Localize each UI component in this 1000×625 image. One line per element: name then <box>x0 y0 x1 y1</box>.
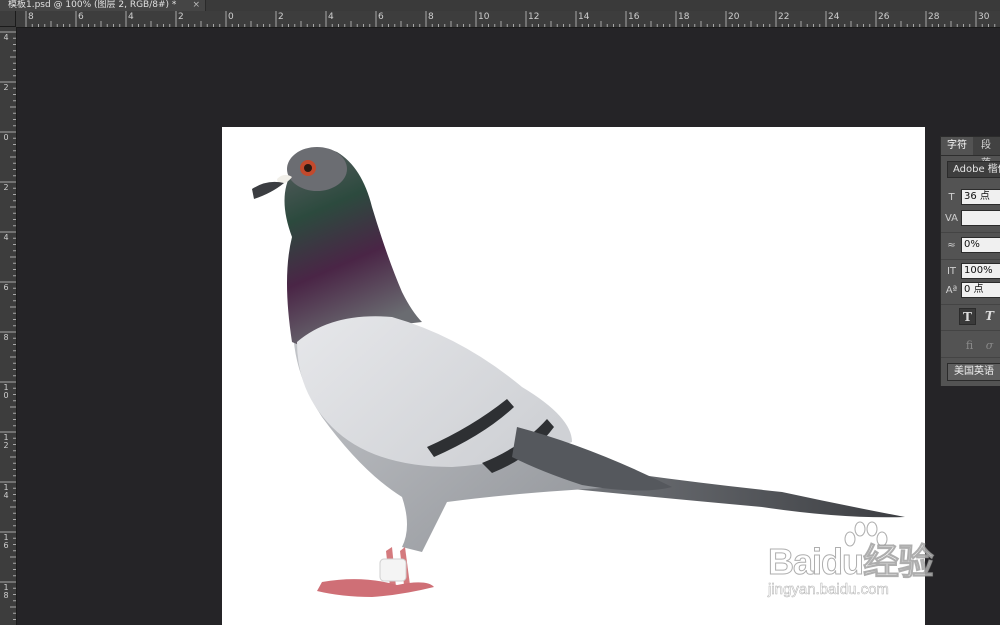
ruler-label: 2 <box>3 83 9 92</box>
ruler-label: 0 <box>228 12 234 22</box>
ruler-label: 4 <box>128 12 134 22</box>
document-tab-bar: 模板1.psd @ 100% (图层 2, RGB/8#) * × <box>0 0 1000 11</box>
ruler-label: 2 <box>178 12 184 22</box>
ruler-label: 20 <box>728 12 740 22</box>
character-panel: 字符 段落 Adobe 楷体 T 36 点 VA ≈ 0% IT 100% Aª… <box>940 136 1000 386</box>
ruler-label: 12 <box>3 433 9 450</box>
tracking-icon: ≈ <box>947 240 956 251</box>
font-size-row: T 36 点 <box>941 189 1000 206</box>
ruler-label: 6 <box>78 12 84 22</box>
kerning-icon: VA <box>944 213 959 224</box>
kerning-field[interactable] <box>961 210 1000 226</box>
panel-tab-strip: 字符 段落 <box>941 137 1000 169</box>
document-tab-title: 模板1.psd @ 100% (图层 2, RGB/8#) * <box>8 0 177 10</box>
vertical-ruler: 4 2 0 2 4 6 8 10 12 14 16 18 <box>0 27 17 625</box>
font-size-field[interactable]: 36 点 <box>961 189 1000 205</box>
ruler-label: 24 <box>828 12 840 22</box>
baseline-shift-field[interactable]: 0 点 <box>961 282 1000 298</box>
ruler-label: 4 <box>328 12 334 22</box>
ruler-label: 0 <box>3 133 9 142</box>
panel-divider <box>941 232 1000 233</box>
ruler-label: 6 <box>378 12 384 22</box>
language-select[interactable]: 美国英语 <box>947 363 1000 381</box>
ruler-ticks <box>25 11 996 27</box>
ruler-label: 4 <box>3 33 9 42</box>
horizontal-ruler: 8 6 4 2 0 2 4 6 8 10 12 14 16 18 20 22 24 26 28 30 <box>16 11 1000 28</box>
font-size-icon: T <box>948 192 955 203</box>
panel-divider <box>941 330 1000 331</box>
ruler-label: 18 <box>678 12 690 22</box>
close-icon[interactable]: × <box>192 0 200 11</box>
baseline-shift-icon: Aª <box>945 285 958 296</box>
ruler-label: 10 <box>3 383 9 400</box>
watermark-brand: Baidu经验 <box>767 541 934 583</box>
ruler-label: 8 <box>28 12 34 22</box>
ruler-corner <box>0 11 16 27</box>
ruler-label: 6 <box>3 283 9 292</box>
ruler-label: 2 <box>3 183 9 192</box>
panel-divider <box>941 357 1000 358</box>
ruler-label: 16 <box>628 12 640 22</box>
watermark: Baidu经验 jingyan.baidu.com <box>762 515 952 610</box>
font-family-select[interactable]: Adobe 楷体 <box>947 161 1000 178</box>
ruler-label: 8 <box>3 333 9 342</box>
ruler-label: 28 <box>928 12 940 22</box>
ruler-label: 4 <box>3 233 9 242</box>
faux-italic-button[interactable]: T <box>981 308 998 325</box>
tab-paragraph[interactable]: 段落 <box>975 137 1000 169</box>
tracking-row: ≈ 0% <box>941 237 1000 254</box>
vertical-scale-row: IT 100% <box>941 263 1000 280</box>
ruler-label: 2 <box>278 12 284 22</box>
document-tab[interactable]: 模板1.psd @ 100% (图层 2, RGB/8#) * × <box>0 0 206 11</box>
ruler-label: 10 <box>478 12 490 22</box>
tab-character[interactable]: 字符 <box>941 137 973 155</box>
panel-divider <box>941 304 1000 305</box>
ruler-label: 18 <box>3 583 9 600</box>
faux-bold-button[interactable]: T <box>959 308 976 325</box>
tracking-field[interactable]: 0% <box>961 237 1000 253</box>
ruler-label: 26 <box>878 12 890 22</box>
ruler-label: 16 <box>3 533 9 550</box>
ruler-label: 14 <box>3 483 9 500</box>
baseline-row: Aª 0 点 <box>941 282 1000 299</box>
ruler-label: 14 <box>578 12 590 22</box>
ruler-label: 8 <box>428 12 434 22</box>
ruler-label: 22 <box>778 12 790 22</box>
vertical-scale-field[interactable]: 100% <box>961 263 1000 279</box>
swash-icon[interactable]: σ <box>981 337 998 354</box>
ligature-icon[interactable]: fi <box>961 337 978 354</box>
panel-divider <box>941 259 1000 260</box>
ruler-label: 30 <box>978 12 990 22</box>
ruler-label: 12 <box>528 12 540 22</box>
kerning-row: VA <box>941 210 1000 227</box>
vertical-scale-icon: IT <box>946 266 957 277</box>
watermark-url: jingyan.baidu.com <box>768 581 889 599</box>
